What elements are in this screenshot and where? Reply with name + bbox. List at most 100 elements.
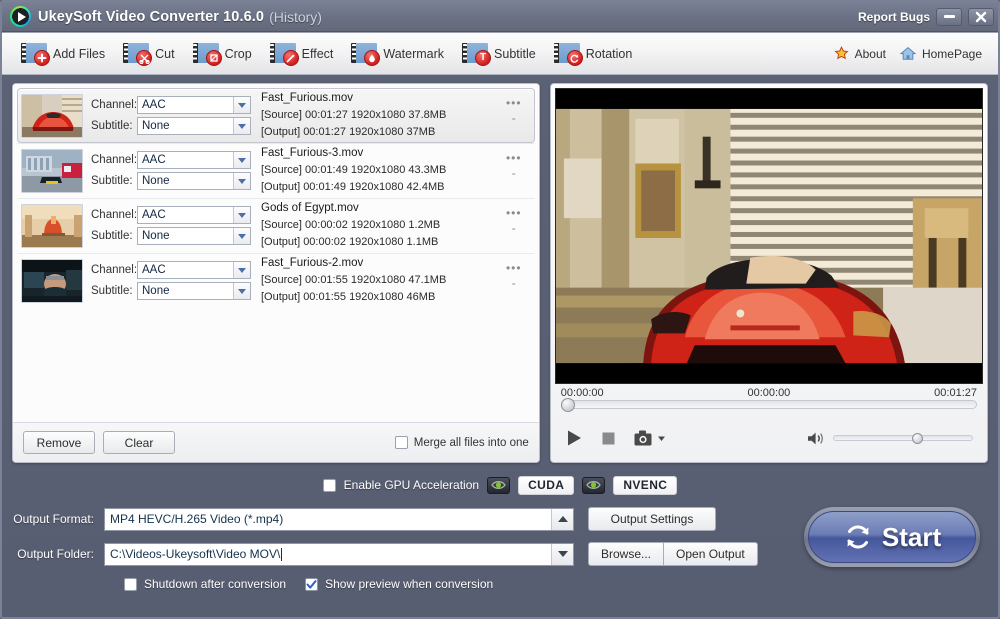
caret-down-icon [657, 436, 665, 441]
subtitle-value: None [142, 120, 170, 132]
seek-handle[interactable] [560, 398, 575, 412]
source-info: [Source] 00:01:27 1920x1080 37.8MB [261, 109, 447, 121]
cuda-badge[interactable]: CUDA [518, 475, 575, 495]
channel-value: AAC [142, 154, 166, 166]
row-more-button[interactable]: ••• [506, 206, 522, 220]
player-timecodes: 00:00:00 00:00:00 00:01:27 [555, 384, 983, 400]
snapshot-button[interactable] [634, 430, 666, 447]
video-preview[interactable] [554, 88, 983, 384]
subtitle-select[interactable]: None [137, 227, 251, 245]
table-row[interactable]: Channel: AAC Subtitle: None [17, 253, 535, 308]
close-button[interactable] [968, 7, 994, 26]
main-toolbar: Add Files Cut Crop Effect Watermark T Su… [2, 32, 998, 75]
homepage-link[interactable]: HomePage [899, 46, 982, 61]
refresh-icon [847, 525, 869, 549]
row-status: - [511, 110, 516, 125]
channel-select[interactable]: AAC [137, 151, 251, 169]
row-fields: Channel: AAC Subtitle: None [91, 204, 251, 248]
toolbar-item-subtitle[interactable]: T Subtitle [453, 41, 545, 66]
chevron-down-icon[interactable] [233, 118, 250, 134]
thumbnail-man-in-car [21, 258, 83, 303]
chevron-down-icon[interactable] [233, 228, 250, 244]
table-row[interactable]: Channel: AAC Subtitle: None [17, 198, 535, 253]
output-settings-wrapper: Output Settings [588, 507, 716, 531]
table-row[interactable]: Channel: AAC Subtitle: None [17, 143, 535, 198]
time-current: 00:00:00 [747, 387, 791, 399]
toolbar-item-rotation[interactable]: Rotation [545, 41, 642, 66]
start-button[interactable]: Start [804, 507, 980, 567]
browse-button[interactable]: Browse... [588, 542, 665, 566]
row-status: - [511, 275, 516, 290]
start-label: Start [881, 521, 942, 552]
gpu-acceleration-checkbox[interactable] [322, 478, 336, 492]
nvenc-badge[interactable]: NVENC [613, 475, 678, 495]
chevron-down-icon[interactable] [233, 262, 250, 278]
toolbar-item-add-files[interactable]: Add Files [12, 41, 114, 66]
preview-checkbox[interactable] [305, 577, 319, 591]
file-list[interactable]: Channel: AAC Subtitle: None Fast_Furious… [13, 84, 539, 422]
shutdown-checkbox[interactable] [124, 577, 137, 591]
seek-slider[interactable] [560, 398, 977, 412]
preview-player-panel: 00:00:00 00:00:00 00:01:27 [549, 83, 988, 463]
channel-select[interactable]: AAC [137, 206, 251, 224]
toolbar-item-label: Add Files [53, 46, 106, 61]
chevron-down-icon[interactable] [233, 207, 250, 223]
star-icon [834, 46, 849, 60]
output-format-label: Output Format: [13, 512, 94, 526]
page-title: UkeySoft Video Converter 10.6.0 [38, 8, 265, 25]
subtitle-value: None [142, 230, 170, 242]
table-row[interactable]: Channel: AAC Subtitle: None [17, 88, 535, 143]
subtitle-select[interactable]: None [137, 117, 251, 135]
main-content: Channel: AAC Subtitle: None Fast_Furious… [2, 75, 998, 463]
remove-button[interactable]: Remove [23, 431, 95, 454]
row-meta: Fast_Furious-2.mov [Source] 00:01:55 192… [261, 255, 499, 306]
subtitle-select[interactable]: None [137, 282, 251, 300]
subtitle-select[interactable]: None [137, 172, 251, 190]
chevron-down-icon[interactable] [233, 97, 250, 113]
toolbar-item-label: Crop [224, 46, 252, 61]
volume-slider[interactable] [833, 433, 973, 444]
report-bugs-link[interactable]: Report Bugs [858, 10, 930, 24]
play-button[interactable] [565, 429, 583, 447]
output-format-select[interactable]: MP4 HEVC/H.265 Video (*.mp4) [104, 507, 574, 531]
channel-select[interactable]: AAC [137, 261, 251, 279]
chevron-down-icon[interactable] [233, 283, 250, 299]
check-icon [306, 579, 317, 589]
open-output-button[interactable]: Open Output [664, 542, 758, 566]
merge-files-option[interactable]: Merge all files into one [394, 436, 529, 449]
output-settings-button[interactable]: Output Settings [588, 507, 716, 531]
row-more-button[interactable]: ••• [506, 261, 522, 275]
row-more-button[interactable]: ••• [506, 151, 522, 165]
toolbar-item-crop[interactable]: Crop [184, 41, 261, 66]
row-status: - [511, 165, 516, 180]
minimize-button[interactable] [936, 7, 962, 26]
clear-button[interactable]: Clear [103, 431, 175, 454]
video-frame-image [555, 89, 982, 383]
about-link[interactable]: About [834, 46, 886, 61]
toolbar-item-watermark[interactable]: Watermark [342, 41, 453, 66]
source-info: [Source] 00:01:49 1920x1080 43.3MB [261, 164, 447, 176]
play-icon [567, 430, 581, 446]
stop-icon [602, 432, 615, 444]
merge-files-checkbox[interactable] [394, 436, 408, 449]
toolbar-item-cut[interactable]: Cut [114, 41, 183, 66]
window-controls: Report Bugs [858, 7, 994, 26]
subtitle-label: Subtitle: [91, 285, 133, 297]
channel-select[interactable]: AAC [137, 96, 251, 114]
chevron-down-icon[interactable] [233, 173, 250, 189]
text-cursor [281, 547, 283, 561]
chevron-down-icon[interactable] [233, 152, 250, 168]
toolbar-item-effect[interactable]: Effect [261, 41, 343, 66]
row-more-button[interactable]: ••• [506, 96, 522, 110]
file-name: Gods of Egypt.mov [261, 202, 359, 214]
caret-up-icon[interactable] [551, 508, 573, 530]
volume-handle[interactable] [912, 433, 923, 444]
file-name: Fast_Furious-3.mov [261, 147, 364, 159]
caret-down-icon[interactable] [551, 543, 573, 565]
close-icon [975, 11, 987, 22]
subtitle-value: None [142, 285, 170, 297]
file-name: Fast_Furious-2.mov [261, 257, 364, 269]
stop-button[interactable] [601, 431, 616, 446]
output-folder-input[interactable]: C:\Videos-Ukeysoft\Video MOV\ [104, 542, 574, 566]
output-info: [Output] 00:00:02 1920x1080 1.1MB [261, 236, 439, 248]
